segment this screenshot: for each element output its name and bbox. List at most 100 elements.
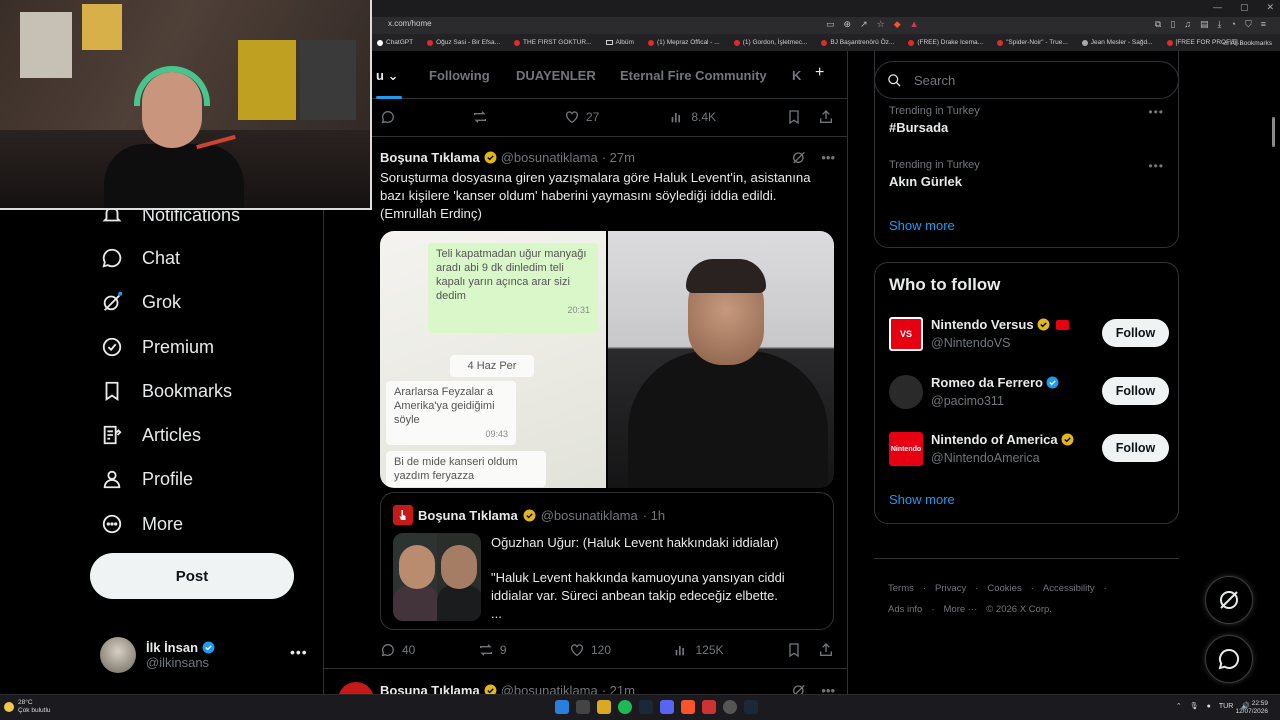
bookmark-item[interactable]: THE FIRST GOKTUR... <box>514 39 592 46</box>
nav-articles[interactable]: Articles <box>100 422 201 448</box>
grok-fab-button[interactable] <box>1205 576 1253 624</box>
trend-more-icon[interactable]: ••• <box>1148 159 1164 173</box>
tweet[interactable]: Boşuna Tıklama @bosunatiklama · 27m ••• … <box>324 137 847 669</box>
grok-icon[interactable] <box>791 682 807 694</box>
tweet-author-name[interactable]: Boşuna Tıklama <box>380 150 480 165</box>
download-icon[interactable]: ⤓ <box>1218 19 1222 30</box>
tweet-author-handle[interactable]: @bosunatiklama <box>501 683 598 694</box>
trends-show-more-link[interactable]: Show more <box>889 218 955 233</box>
footer-terms-link[interactable]: Terms <box>888 583 914 594</box>
system-clock[interactable]: 22:59 12/07/2026 <box>1235 700 1268 716</box>
tweet-time[interactable]: · 21m <box>602 683 635 694</box>
brave-icon[interactable] <box>681 700 695 714</box>
brave-shield-icon[interactable]: ◆ <box>894 19 901 30</box>
person-photo-image[interactable] <box>608 231 834 488</box>
footer-more-link[interactable]: More ··· <box>944 604 978 615</box>
tweet-media[interactable]: Teli kapatmadan uğur manyağı aradı abi 9… <box>380 231 834 488</box>
add-tab-icon[interactable]: + <box>815 64 824 82</box>
follow-suggestion[interactable]: Nintendo Nintendo of America @NintendoAm… <box>889 430 1169 470</box>
reply-button[interactable] <box>380 109 402 125</box>
nav-bookmarks[interactable]: Bookmarks <box>100 378 232 404</box>
chat-screenshot-image[interactable]: Teli kapatmadan uğur manyağı aradı abi 9… <box>380 231 606 488</box>
page-scrollbar[interactable] <box>1272 117 1275 147</box>
obs-icon[interactable] <box>723 700 737 714</box>
follow-show-more-link[interactable]: Show more <box>889 492 955 507</box>
bookmark-item[interactable]: (1) Mepraz Offical - ... <box>647 39 720 46</box>
nav-grok[interactable]: Grok <box>100 289 181 315</box>
bookmark-item[interactable]: Albüm <box>605 39 634 46</box>
follow-suggestion[interactable]: Romeo da Ferrero @pacimo311 Follow <box>889 373 1169 413</box>
shield-icon[interactable]: ⛉ <box>1245 19 1252 30</box>
extensions-icon[interactable]: ⧉ <box>1155 19 1161 30</box>
maximize-icon[interactable]: ▢ <box>1240 0 1249 14</box>
nav-premium[interactable]: Premium <box>100 334 214 360</box>
tab-truncated[interactable]: K <box>792 68 801 83</box>
bookmark-item[interactable]: BJ Başantrenörü Öz... <box>821 39 894 46</box>
menu-icon[interactable]: ≡ <box>1261 19 1266 30</box>
like-button[interactable]: 27 <box>564 109 599 125</box>
trend-item[interactable]: Trending in Turkey #Bursada <box>889 105 980 135</box>
tab-eternal-fire[interactable]: Eternal Fire Community <box>620 68 767 83</box>
nav-chat[interactable]: Chat <box>100 245 180 271</box>
bookmark-item[interactable]: "Spider-Noir" - True... <box>997 39 1068 46</box>
bookmark-icon[interactable] <box>786 642 802 658</box>
repost-button[interactable] <box>472 109 494 125</box>
minimize-icon[interactable]: — <box>1213 0 1222 14</box>
tweet[interactable]: Boşuna Tıklama @bosunatiklama · 21m ••• <box>324 670 847 695</box>
more-icon[interactable]: ••• <box>821 150 835 165</box>
tweet-author-handle[interactable]: @bosunatiklama <box>501 150 598 165</box>
bookmark-item[interactable]: ChatGPT <box>377 39 413 46</box>
account-switcher[interactable]: İlk İnsan @ilkinsans <box>100 637 215 673</box>
views-button[interactable]: 8.4K <box>669 109 716 125</box>
tabs-icon[interactable]: ▤ <box>1200 19 1209 30</box>
post-button[interactable]: Post <box>90 553 294 599</box>
share-icon[interactable] <box>818 109 834 125</box>
like-button[interactable]: 120 <box>569 642 611 658</box>
search-icon[interactable] <box>576 700 590 714</box>
follow-button[interactable]: Follow <box>1102 319 1169 347</box>
media-icon[interactable]: ♫ <box>1184 19 1191 30</box>
start-icon[interactable] <box>555 700 569 714</box>
url-field[interactable]: x.com/home <box>388 19 432 28</box>
follow-suggestion[interactable]: VS Nintendo Versus @NintendoVS Follow <box>889 315 1169 355</box>
tweet-avatar[interactable] <box>338 682 374 694</box>
account-more-icon[interactable]: ••• <box>290 644 308 660</box>
views-button[interactable]: 125K <box>673 642 724 658</box>
app-icon[interactable] <box>702 700 716 714</box>
wallet-icon[interactable]: ◔ <box>1231 19 1236 30</box>
spotify-icon[interactable] <box>618 700 632 714</box>
sidebar-icon[interactable]: ▯ <box>1170 19 1175 30</box>
weather-widget[interactable]: 28°C Çok bulutlu <box>4 699 51 715</box>
nav-more[interactable]: More <box>100 511 183 537</box>
tab-following[interactable]: Following <box>429 68 490 83</box>
footer-cookies-link[interactable]: Cookies <box>987 583 1021 594</box>
repost-button[interactable]: 9 <box>478 642 507 658</box>
bookmark-item[interactable]: (1) Gordon, İşletmec... <box>733 39 807 46</box>
trend-more-icon[interactable]: ••• <box>1148 105 1164 119</box>
tab-for-you[interactable]: u ⌄ <box>376 68 398 84</box>
rewards-icon[interactable]: ▲ <box>910 19 919 30</box>
bookmark-item[interactable]: (FREE) Drake Icema... <box>908 39 983 46</box>
grok-icon[interactable] <box>791 149 807 165</box>
bookmark-item[interactable]: Oğuz Sasi - Bir Efsa... <box>427 39 500 46</box>
chevron-up-icon[interactable]: ⌃ <box>1176 702 1182 710</box>
trend-item[interactable]: Trending in Turkey Akın Gürlek <box>889 159 980 189</box>
screen-icon[interactable]: ▭ <box>826 19 835 30</box>
language-indicator[interactable]: TUR <box>1219 703 1233 710</box>
tweet-time[interactable]: · 27m <box>602 150 635 165</box>
footer-accessibility-link[interactable]: Accessibility <box>1043 583 1095 594</box>
zoom-icon[interactable]: ⊕ <box>844 19 852 30</box>
quoted-tweet[interactable]: Boşuna Tıklama @bosunatiklama · 1h Oğuzh… <box>380 492 834 630</box>
follow-button[interactable]: Follow <box>1102 377 1169 405</box>
all-bookmarks-button[interactable]: ▭ All Bookmarks <box>1223 39 1272 47</box>
share-icon[interactable]: ↗ <box>860 19 868 30</box>
nav-profile[interactable]: Profile <box>100 466 193 492</box>
share-icon[interactable] <box>818 642 834 658</box>
more-icon[interactable]: ••• <box>821 683 835 695</box>
star-icon[interactable]: ☆ <box>877 19 885 30</box>
tab-duayenler[interactable]: DUAYENLER <box>516 68 596 83</box>
footer-ads-link[interactable]: Ads info <box>888 604 922 615</box>
footer-privacy-link[interactable]: Privacy <box>935 583 966 594</box>
mic-icon[interactable]: 🎙 <box>1190 702 1199 710</box>
tray-app-icon[interactable]: ● <box>1207 703 1211 710</box>
